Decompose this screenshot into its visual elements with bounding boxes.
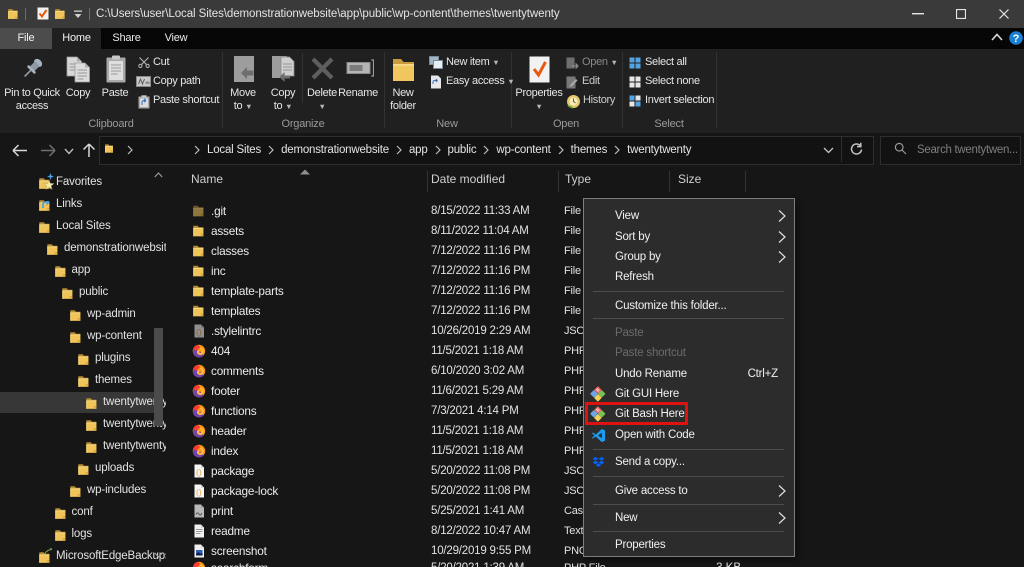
svg-text:?: ? [1013,33,1020,45]
